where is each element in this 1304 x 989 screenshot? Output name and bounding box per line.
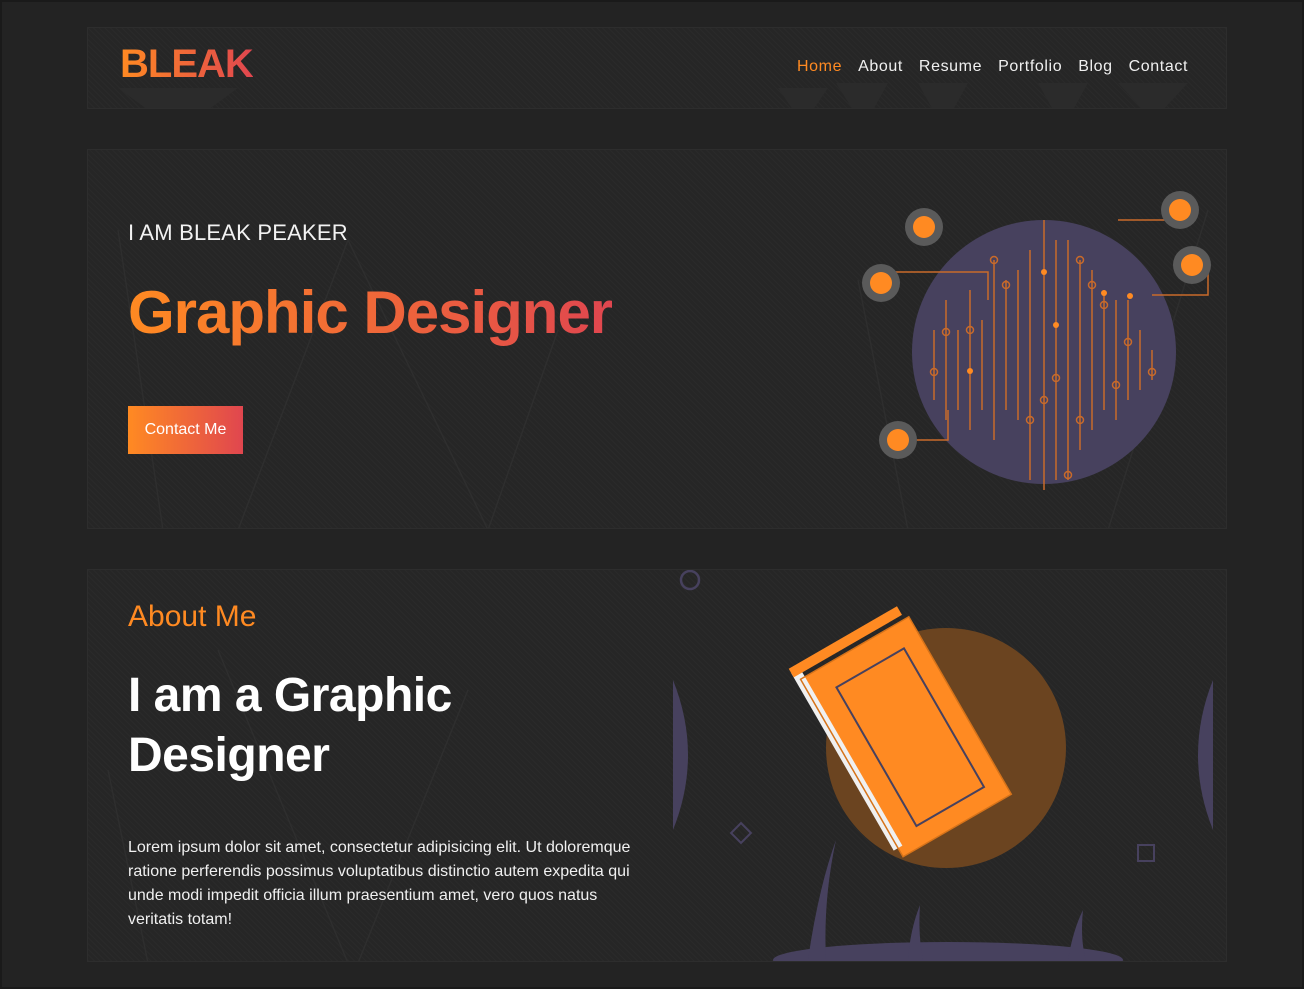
page: BLEAK Home About Resume Portfolio Blog C… [0, 0, 1304, 989]
nav-portfolio[interactable]: Portfolio [998, 58, 1062, 76]
about-section: About Me I am a Graphic Designer Lorem i… [87, 569, 1227, 962]
site-logo[interactable]: BLEAK [120, 42, 254, 87]
circuit-globe-icon [862, 191, 1211, 490]
hero-title: Graphic Designer [128, 279, 613, 346]
nav-home[interactable]: Home [797, 58, 842, 76]
contact-me-button[interactable]: Contact Me [128, 406, 243, 454]
book-icon [673, 570, 1213, 961]
main-nav: Home About Resume Portfolio Blog Contact [797, 58, 1188, 76]
nav-about[interactable]: About [858, 58, 903, 76]
about-label: About Me [128, 600, 257, 633]
nav-contact[interactable]: Contact [1129, 58, 1188, 76]
about-text: Lorem ipsum dolor sit amet, consectetur … [128, 839, 631, 928]
nav-resume[interactable]: Resume [919, 58, 982, 76]
hero-intro: I AM BLEAK PEAKER [128, 220, 348, 245]
hero-section: I AM BLEAK PEAKER Graphic Designer Conta… [87, 149, 1227, 529]
about-title: I am a Graphic Designer [128, 669, 452, 782]
nav-blog[interactable]: Blog [1078, 58, 1112, 76]
site-header: BLEAK Home About Resume Portfolio Blog C… [87, 27, 1227, 109]
